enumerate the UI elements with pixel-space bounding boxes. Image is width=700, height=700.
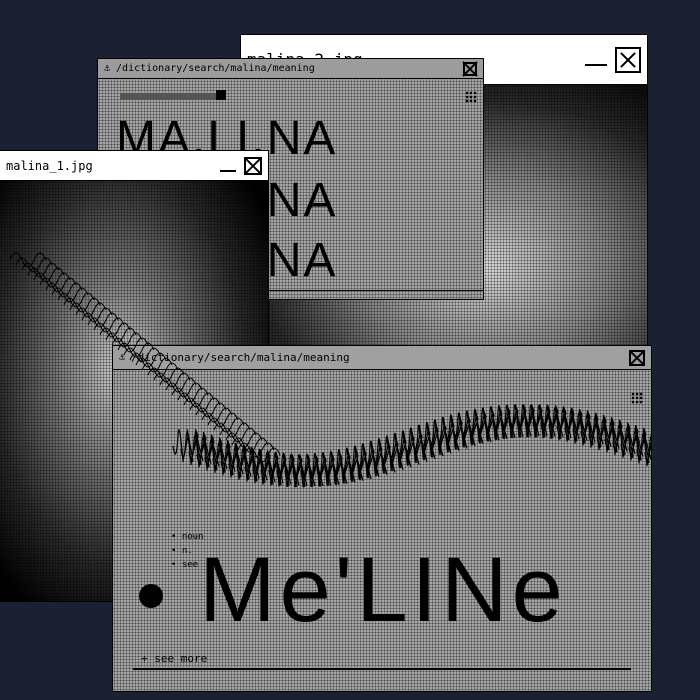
see-more-link[interactable]: + see more [141, 652, 207, 665]
close-icon[interactable] [629, 349, 645, 366]
address-text: /dictionary/search/malina/meaning [131, 351, 350, 364]
glitch-scribble-overlay [172, 404, 651, 488]
footer-divider [133, 668, 631, 670]
progress-bar [120, 93, 220, 100]
browser-icon: ⚓ [119, 352, 126, 363]
minimize-icon[interactable] [220, 160, 236, 172]
titlebar[interactable]: malina_1.jpg [0, 151, 268, 181]
divider [268, 289, 483, 291]
address-text: /dictionary/search/malina/meaning [116, 63, 315, 74]
close-icon[interactable] [615, 46, 641, 73]
menu-grid-icon[interactable] [465, 91, 477, 103]
close-icon[interactable] [463, 61, 477, 76]
pronunciation: Me'LINe [199, 539, 567, 641]
close-icon[interactable] [244, 156, 262, 175]
dictionary-window-front[interactable]: ⚓ /dictionary/search/malina/meaning • no… [112, 345, 652, 692]
address-bar[interactable]: ⚓ /dictionary/search/malina/meaning [98, 59, 483, 79]
browser-icon: ⚓ [104, 63, 111, 74]
window-title: malina_1.jpg [6, 158, 93, 173]
bullet-dot [139, 584, 163, 608]
entry-bullet-3: • see [171, 560, 199, 570]
progress-knob[interactable] [216, 90, 226, 100]
entry-bullet-2: • n. [171, 546, 193, 556]
address-bar[interactable]: ⚓ /dictionary/search/malina/meaning [113, 346, 651, 370]
minimize-icon[interactable] [585, 54, 607, 66]
